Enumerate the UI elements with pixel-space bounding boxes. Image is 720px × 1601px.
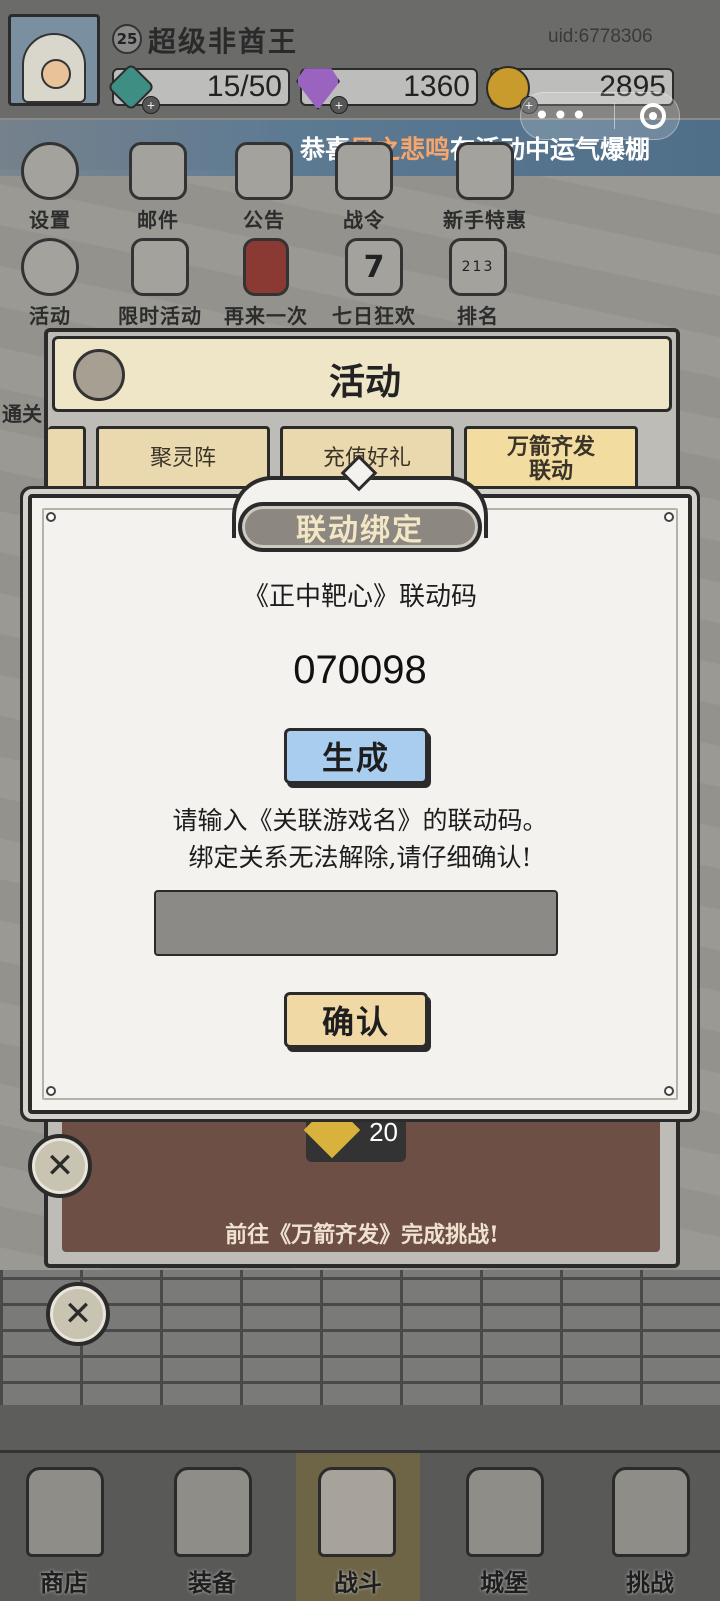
activity-title-bar: 活动 [52,336,672,412]
menu-battle-pass[interactable]: 战令 [322,142,406,233]
mail-icon [129,142,187,200]
battle-pass-icon [335,142,393,200]
menu-label: 排名 [457,304,499,328]
instruction-line-2: 绑定关系无法解除,请仔细确认! [188,843,532,872]
miniprogram-capsule: ••• [520,92,680,140]
activity-tab-partial[interactable] [48,426,86,492]
avatar-face [41,59,71,89]
menu-settings[interactable]: 设置 [8,142,92,233]
menu-label: 邮件 [137,208,179,232]
menu-seven-day[interactable]: 7 七日狂欢 [322,238,426,329]
laurel-icon [21,238,79,296]
dialog-title: 联动绑定 [238,502,482,552]
brick-wall [0,1270,720,1410]
player-level-badge: 25 [112,24,142,54]
nav-shop[interactable]: 商店 [4,1453,124,1601]
collab-code-value: 070098 [293,648,427,692]
shield-icon [612,1467,690,1557]
activity-tab-spirit-array[interactable]: 聚灵阵 [96,426,270,492]
crossed-swords-icon [318,1467,396,1557]
rivet [664,1086,674,1096]
close-menu-button[interactable]: ✕ [46,1282,110,1346]
close-activity-button[interactable]: ✕ [28,1134,92,1198]
collab-code-label: 《正中靶心》联动码 [242,582,477,612]
backpack-icon [174,1467,252,1557]
shop-icon [26,1467,104,1557]
seven-day-badge-icon: 7 [345,238,403,296]
menu-label: 活动 [29,304,71,328]
menu-label: 新手特惠 [443,208,527,232]
stamina-value: 15/50 [206,70,282,103]
rivet [46,512,56,522]
confirm-button[interactable]: 确认 [284,992,428,1048]
activity-tab-collab[interactable]: 万箭齐发 联动 [464,426,638,492]
menu-label: 战令 [343,208,385,232]
add-gem-icon[interactable]: + [330,96,348,114]
menu-notice[interactable]: 公告 [222,142,306,233]
nav-equipment[interactable]: 装备 [152,1453,272,1601]
close-miniprogram-icon[interactable] [640,103,667,129]
nav-label: 战斗 [334,1568,382,1597]
gear-icon [21,142,79,200]
capsule-divider [614,103,616,129]
nav-label: 商店 [40,1568,88,1597]
binding-instruction: 请输入《关联游戏名》的联动码。 绑定关系无法解除,请仔细确认! [32,802,688,876]
notice-icon [235,142,293,200]
player-uid: uid:6778306 [548,26,653,47]
more-menu-icon[interactable]: ••• [534,102,590,130]
menu-newbie-deal[interactable]: 新手特惠 [430,142,540,233]
collab-code-input[interactable] [154,890,558,956]
nav-battle[interactable]: 战斗 [296,1453,420,1601]
player-name: 超级非酋王 [148,25,299,58]
rivet [664,512,674,522]
rivet [46,1086,56,1096]
activity-hint: 前往《万箭齐发》完成挑战! [225,1222,499,1248]
floor [0,1405,720,1455]
player-avatar[interactable] [8,14,100,106]
generate-button[interactable]: 生成 [284,728,428,784]
menu-mail[interactable]: 邮件 [116,142,200,233]
nav-label: 装备 [188,1568,236,1597]
menu-label: 设置 [29,208,71,232]
instruction-line-1: 请输入《关联游戏名》的联动码。 [172,806,548,835]
nav-label: 挑战 [626,1568,674,1597]
card-icon [243,238,289,296]
side-label-clear: 通关 [2,402,42,426]
activity-title: 活动 [328,361,401,403]
menu-label: 再来一次 [224,304,308,328]
menu-limited-activity[interactable]: 限时活动 [110,238,210,329]
add-stamina-icon[interactable]: + [142,96,160,114]
castle-icon [466,1467,544,1557]
menu-ranking[interactable]: 213 排名 [436,238,520,329]
menu-label: 公告 [243,208,285,232]
stamina-counter[interactable]: + 15/50 [106,62,290,114]
bottom-nav: 商店 装备 战斗 城堡 挑战 [0,1450,720,1601]
gem-value: 1360 [403,70,470,103]
newbie-deal-icon [456,142,514,200]
collab-binding-dialog: 联动绑定 《正中靶心》联动码 070098 生成 请输入《关联游戏名》的联动码。… [28,454,692,1114]
podium-icon: 213 [449,238,507,296]
hourglass-icon [131,238,189,296]
nav-castle[interactable]: 城堡 [444,1453,564,1601]
menu-label: 七日狂欢 [332,304,416,328]
nav-label: 城堡 [480,1568,528,1597]
avatar-hood [22,33,86,103]
menu-label: 限时活动 [118,304,202,328]
menu-retry[interactable]: 再来一次 [216,238,316,329]
menu-activity[interactable]: 活动 [8,238,92,329]
gem-counter[interactable]: + 1360 [296,68,478,114]
nav-challenge[interactable]: 挑战 [590,1453,710,1601]
